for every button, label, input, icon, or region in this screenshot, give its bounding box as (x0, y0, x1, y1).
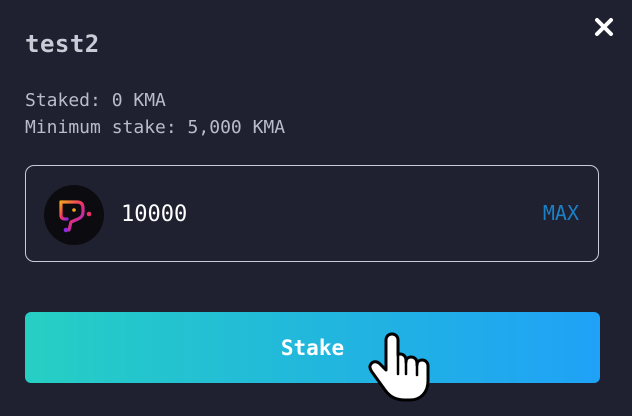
stake-amount-field: MAX (25, 165, 599, 262)
minimum-stake-text: Minimum stake: 5,000 KMA (25, 117, 286, 138)
close-icon (595, 18, 613, 36)
kma-token-icon (44, 185, 104, 245)
max-button[interactable]: MAX (543, 201, 579, 225)
stake-button[interactable]: Stake (25, 312, 600, 383)
stake-amount-input[interactable] (121, 197, 501, 231)
dialog-title: test2 (25, 30, 100, 58)
staked-amount-text: Staked: 0 KMA (25, 90, 166, 111)
close-button[interactable] (590, 13, 618, 41)
